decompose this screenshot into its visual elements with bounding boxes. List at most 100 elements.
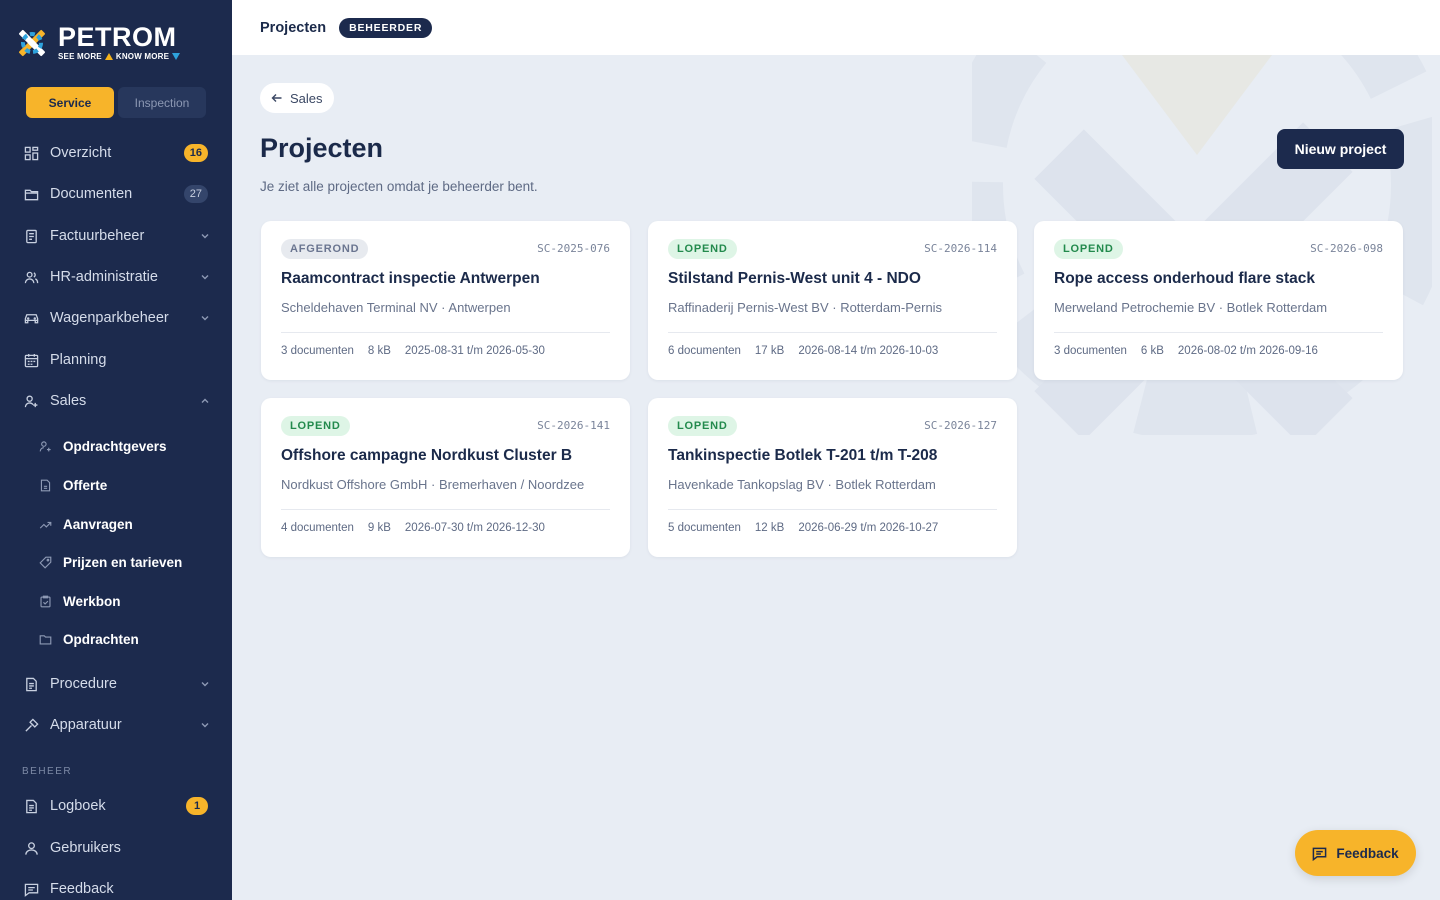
- sub-label: Aanvragen: [63, 516, 133, 532]
- nav-item-overzicht[interactable]: Overzicht 16: [0, 135, 232, 171]
- overzicht-count-badge: 16: [183, 144, 208, 162]
- project-code: SC-2026-098: [1310, 242, 1383, 255]
- documenten-count-badge: 27: [183, 185, 208, 203]
- nav-item-wagenparkbeheer[interactable]: Wagenparkbeheer: [0, 300, 232, 336]
- main-content: Sales Projecten Je ziet alle projecten o…: [232, 55, 1440, 900]
- back-button-label: Sales: [290, 90, 323, 106]
- car-icon: [24, 311, 39, 326]
- file-size: 8 kB: [367, 345, 391, 357]
- nav-item-gebruikers[interactable]: Gebruikers: [0, 830, 232, 866]
- chevron-down-icon[interactable]: [200, 313, 210, 323]
- user-plus-icon: [39, 440, 52, 453]
- project-card[interactable]: AFGEROND SC-2025-076 Raamcontract inspec…: [261, 221, 630, 380]
- card-divider: [1054, 332, 1383, 333]
- project-title: Tankinspectie Botlek T-201 t/m T-208: [668, 447, 938, 464]
- grid-icon: [24, 146, 39, 161]
- project-period: 2026-07-30 t/m 2026-12-30: [404, 522, 545, 534]
- project-client: Scheldehaven Terminal NV · Antwerpen: [281, 300, 511, 315]
- chevron-down-icon[interactable]: [200, 679, 210, 689]
- arrow-left-icon: [271, 94, 282, 102]
- sidebar-item-werkbon[interactable]: Werkbon: [0, 586, 232, 616]
- nav-item-planning[interactable]: Planning: [0, 342, 232, 378]
- card-divider: [668, 332, 997, 333]
- chevron-down-icon[interactable]: [200, 231, 210, 241]
- sub-label: Werkbon: [63, 593, 121, 609]
- feedback-button-label: Feedback: [1336, 845, 1399, 861]
- calendar-icon: [24, 353, 39, 368]
- sidebar-item-opdrachten[interactable]: Opdrachten: [0, 624, 232, 654]
- project-code: SC-2026-114: [924, 242, 997, 255]
- mode-switch: Service Inspection: [26, 87, 206, 118]
- clipboard-icon: [39, 595, 52, 608]
- nav-item-apparatuur[interactable]: Apparatuur: [0, 707, 232, 743]
- message-icon: [1313, 847, 1327, 861]
- sub-label: Opdrachtgevers: [63, 438, 167, 454]
- user-plus-icon: [24, 394, 39, 409]
- new-project-button[interactable]: Nieuw project: [1277, 129, 1404, 169]
- logboek-count-badge: 1: [186, 797, 208, 815]
- project-title: Rope access onderhoud flare stack: [1054, 270, 1316, 287]
- message-icon: [24, 882, 39, 897]
- nav-item-sales[interactable]: Sales: [0, 383, 232, 419]
- status-badge: LOPEND: [668, 416, 737, 436]
- project-card[interactable]: LOPEND SC-2026-127 Tankinspectie Botlek …: [648, 398, 1017, 557]
- sidebar-item-offerte[interactable]: Offerte: [0, 470, 232, 500]
- document-count: 3 documenten: [1054, 345, 1127, 357]
- nav-item-documenten[interactable]: Documenten 27: [0, 176, 232, 212]
- project-meta: 3 documenten 8 kB 2025-08-31 t/m 2026-05…: [281, 345, 545, 357]
- project-period: 2026-08-02 t/m 2026-09-16: [1177, 345, 1318, 357]
- project-card[interactable]: LOPEND SC-2026-098 Rope access onderhoud…: [1034, 221, 1403, 380]
- inspection-mode-button[interactable]: Inspection: [118, 87, 206, 118]
- sidebar-item-aanvragen[interactable]: Aanvragen: [0, 509, 232, 539]
- project-card[interactable]: LOPEND SC-2026-141 Offshore campagne Nor…: [261, 398, 630, 557]
- hammer-icon: [24, 717, 39, 733]
- invoice-icon: [24, 229, 39, 244]
- sub-label: Opdrachten: [63, 631, 139, 647]
- file-size: 17 kB: [754, 345, 785, 357]
- sidebar-item-prijzen[interactable]: Prijzen en tarieven: [0, 547, 232, 577]
- file-size: 6 kB: [1140, 345, 1164, 357]
- project-client: Raffinaderij Pernis-West BV · Rotterdam-…: [668, 300, 943, 315]
- project-card[interactable]: LOPEND SC-2026-114 Stilstand Pernis-West…: [648, 221, 1017, 380]
- document-icon: [24, 677, 39, 692]
- nav-item-hr-administratie[interactable]: HR-administratie: [0, 259, 232, 295]
- trend-icon: [39, 518, 52, 531]
- card-divider: [281, 509, 610, 510]
- brand-tagline: SEE MORE KNOW MORE: [58, 52, 181, 61]
- nav-label-gebruikers: Gebruikers: [50, 840, 121, 856]
- tagline-right: KNOW MORE: [115, 52, 170, 61]
- chevron-up-icon[interactable]: [200, 396, 210, 406]
- file-icon: [39, 479, 52, 492]
- card-divider: [281, 332, 610, 333]
- feedback-button[interactable]: Feedback: [1295, 830, 1416, 876]
- brand-name: PETROM: [58, 22, 177, 52]
- service-mode-button[interactable]: Service: [26, 87, 114, 118]
- nav-item-feedback[interactable]: Feedback: [0, 871, 232, 900]
- project-title: Offshore campagne Nordkust Cluster B: [281, 447, 573, 464]
- nav-item-logboek[interactable]: Logboek 1: [0, 788, 232, 824]
- status-badge: AFGEROND: [281, 239, 369, 259]
- petrom-logo[interactable]: PETROM SEE MORE KNOW MORE: [14, 22, 181, 61]
- chevron-down-icon[interactable]: [200, 720, 210, 730]
- page-title: Projecten: [260, 133, 384, 163]
- project-client: Havenkade Tankopslag BV · Botlek Rotterd…: [668, 477, 936, 492]
- project-code: SC-2026-127: [924, 419, 997, 432]
- folder-icon: [24, 187, 39, 202]
- nav-item-factuurbeheer[interactable]: Factuurbeheer: [0, 218, 232, 254]
- card-divider: [668, 509, 997, 510]
- nav-label-planning: Planning: [50, 352, 107, 368]
- log-icon: [24, 799, 39, 814]
- users-icon: [24, 270, 39, 285]
- project-period: 2026-08-14 t/m 2026-10-03: [798, 345, 939, 357]
- nav-item-procedure[interactable]: Procedure: [0, 666, 232, 702]
- sidebar-item-opdrachtgevers[interactable]: Opdrachtgevers: [0, 431, 232, 461]
- project-title: Stilstand Pernis-West unit 4 - NDO: [668, 270, 921, 287]
- project-client: Merweland Petrochemie BV · Botlek Rotter…: [1054, 300, 1328, 315]
- back-button[interactable]: Sales: [260, 83, 334, 113]
- project-meta: 3 documenten 6 kB 2026-08-02 t/m 2026-09…: [1054, 345, 1318, 357]
- document-count: 5 documenten: [668, 522, 741, 534]
- status-badge: LOPEND: [1054, 239, 1123, 259]
- sidebar: PETROM SEE MORE KNOW MORE Service Inspec…: [0, 0, 232, 900]
- chevron-down-icon[interactable]: [200, 272, 210, 282]
- project-meta: 6 documenten 17 kB 2026-08-14 t/m 2026-1…: [668, 345, 938, 357]
